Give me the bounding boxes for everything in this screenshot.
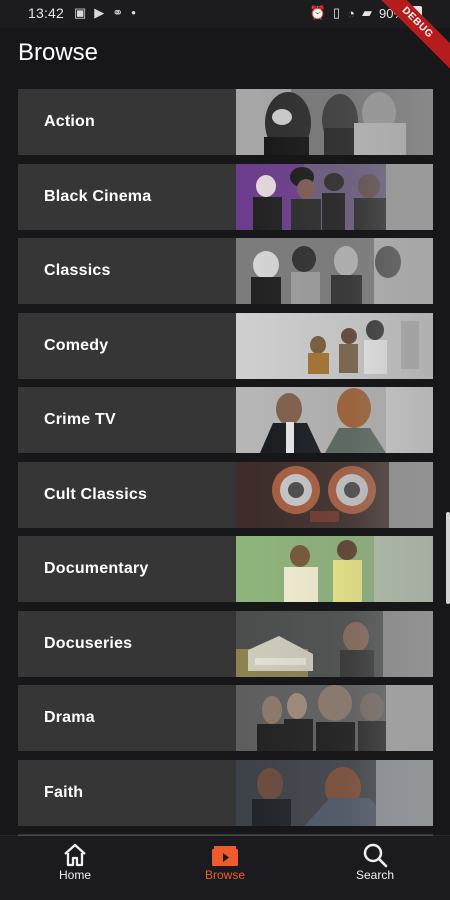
category-label-container: Black Cinema: [18, 163, 236, 230]
category-documentary[interactable]: Documentary: [18, 536, 433, 602]
browse-screen: 13:42 ▣ ▶ ⚭ • ⏰ ▯ ◔ ▰ 90% DEBUG Browse A…: [0, 0, 450, 900]
alarm-icon: ⏰: [309, 5, 326, 20]
page-title: Browse: [18, 39, 99, 66]
category-thumbnail: [236, 89, 433, 155]
category-label-container: Faith: [18, 759, 236, 826]
category-label-container: Comedy: [18, 312, 236, 379]
drama-thumbnail-image: [236, 685, 433, 751]
category-thumbnail: [236, 685, 433, 751]
category-action[interactable]: Action: [18, 89, 433, 155]
category-thumbnail: [236, 238, 433, 304]
category-label: Documentary: [44, 560, 149, 577]
category-cult-classics[interactable]: Cult Classics: [18, 461, 433, 528]
category-label-container: Docuseries: [18, 610, 236, 677]
signal-icon: ▰: [361, 5, 372, 20]
category-thumbnail: [236, 312, 433, 379]
category-classics[interactable]: Classics: [18, 238, 433, 304]
category-label: Cult Classics: [44, 485, 148, 503]
black-cinema-thumbnail-image: [236, 163, 433, 230]
category-thumbnail: [236, 759, 433, 826]
link-icon: ⚭: [112, 5, 124, 20]
category-comedy[interactable]: Comedy: [18, 312, 433, 379]
status-time: 13:42: [28, 5, 65, 21]
category-label-container: Documentary: [18, 536, 236, 602]
category-label-container: Crime TV: [18, 387, 236, 453]
wifi-icon: ◔: [347, 5, 355, 21]
cult-classics-thumbnail-image: [236, 461, 433, 528]
category-thumbnail: [236, 461, 433, 528]
bottom-navigation: Home Browse Search: [0, 836, 450, 900]
action-thumbnail-image: [236, 89, 433, 155]
category-black-cinema[interactable]: Black Cinema: [18, 163, 433, 230]
nav-home[interactable]: Home: [0, 836, 150, 900]
category-thumbnail: [236, 387, 433, 453]
nav-label-home: Home: [58, 868, 91, 882]
scroll-indicator[interactable]: [446, 512, 450, 604]
classics-thumbnail-image: [236, 238, 433, 304]
status-bar: 13:42 ▣ ▶ ⚭ • ⏰ ▯ ◔ ▰ 90%: [0, 0, 450, 28]
dot-icon: •: [131, 5, 136, 20]
category-faith[interactable]: Faith: [18, 759, 433, 826]
category-thumbnail: [236, 163, 433, 230]
nav-label-browse: Browse: [204, 868, 245, 882]
category-label: Comedy: [44, 336, 109, 354]
category-list: Action Black Cinema Classics Comedy Crim…: [18, 89, 433, 836]
category-label: Crime TV: [44, 411, 116, 428]
nav-browse[interactable]: Browse: [150, 836, 300, 900]
category-docuseries[interactable]: Docuseries: [18, 610, 433, 677]
category-label: Docuseries: [44, 634, 133, 652]
category-thumbnail: [236, 610, 433, 677]
category-label: Drama: [44, 709, 95, 726]
crime-tv-thumbnail-image: [236, 387, 433, 453]
category-label-container: Action: [18, 89, 236, 155]
search-icon: [363, 843, 388, 868]
browse-icon: [212, 846, 238, 866]
comedy-thumbnail-image: [236, 312, 433, 379]
play-store-icon: ▶: [94, 5, 105, 20]
category-label: Faith: [44, 783, 84, 801]
home-icon: [64, 843, 86, 867]
category-drama[interactable]: Drama: [18, 685, 433, 751]
image-icon: ▣: [74, 5, 87, 20]
status-left-icons: ▣ ▶ ⚭ •: [74, 5, 136, 21]
category-label: Action: [44, 113, 95, 130]
category-thumbnail: [236, 536, 433, 602]
documentary-thumbnail-image: [236, 536, 433, 602]
category-label-container: Drama: [18, 685, 236, 751]
category-crime-tv[interactable]: Crime TV: [18, 387, 433, 453]
category-label: Classics: [44, 262, 111, 279]
faith-thumbnail-image: [236, 759, 433, 826]
nav-label-search: Search: [355, 868, 395, 882]
vibrate-icon: ▯: [332, 5, 341, 20]
category-label-container: Cult Classics: [18, 461, 236, 528]
docuseries-thumbnail-image: [236, 610, 433, 677]
nav-search[interactable]: Search: [300, 836, 450, 900]
category-label-container: Classics: [18, 238, 236, 304]
category-label: Black Cinema: [44, 187, 152, 205]
